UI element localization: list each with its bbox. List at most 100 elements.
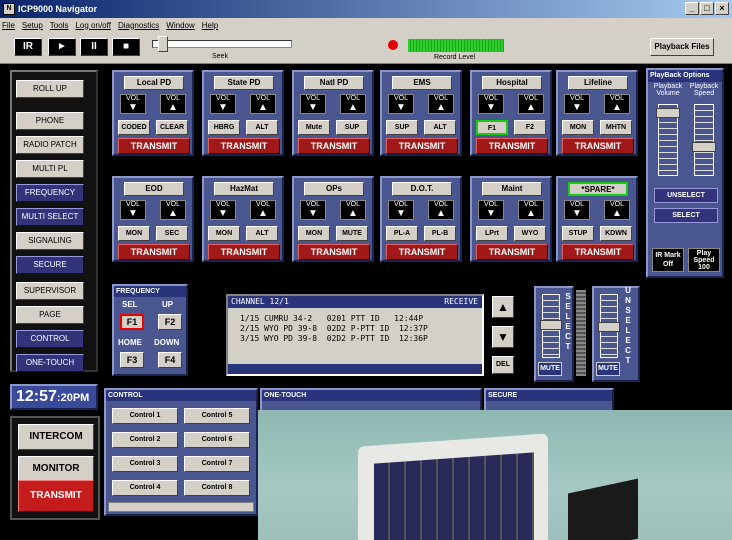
vol-down-button[interactable]: VOL ▼	[388, 94, 414, 114]
maximize-button[interactable]: □	[700, 2, 714, 15]
seek-thumb[interactable]	[158, 36, 168, 52]
freq-f3-button[interactable]: F3	[120, 352, 144, 368]
play-button[interactable]: ►	[48, 38, 76, 56]
minimize-button[interactable]: _	[685, 2, 699, 15]
unselect-volume-thumb[interactable]	[598, 322, 620, 332]
channel-option-1-button[interactable]: LPrt	[476, 226, 508, 241]
channel-option-2-button[interactable]: MHTN	[600, 120, 632, 135]
stop-button[interactable]: ■	[112, 38, 140, 56]
channel-transmit-button[interactable]: TRANSMIT	[562, 244, 634, 260]
channel-option-1-button[interactable]: STUP	[562, 226, 594, 241]
vol-down-button[interactable]: VOL ▼	[120, 94, 146, 114]
channel-option-1-button[interactable]: F1	[476, 120, 508, 135]
scroll-up-icon[interactable]: ▲	[492, 296, 514, 318]
freq-f4-button[interactable]: F4	[158, 352, 182, 368]
vol-up-button[interactable]: VOL ▲	[340, 94, 366, 114]
freq-f2-button[interactable]: F2	[158, 314, 182, 330]
channel-option-2-button[interactable]: ALT	[424, 120, 456, 135]
roll-up-button[interactable]: ROLL UP	[16, 80, 84, 98]
playback-speed-slider[interactable]	[694, 104, 714, 176]
channel-transmit-button[interactable]: TRANSMIT	[298, 138, 370, 154]
ir-button[interactable]: IR	[14, 38, 42, 56]
control-button[interactable]: CONTROL	[16, 330, 84, 348]
unselect-mute-button[interactable]: MUTE	[596, 362, 620, 376]
multi-pl-button[interactable]: MULTI PL	[16, 160, 84, 178]
channel-option-1-button[interactable]: CODED	[118, 120, 150, 135]
channel-transmit-button[interactable]: TRANSMIT	[476, 138, 548, 154]
phone-button[interactable]: PHONE	[16, 112, 84, 130]
channel-option-2-button[interactable]: PL-B	[424, 226, 456, 241]
vol-up-button[interactable]: VOL ▲	[428, 200, 454, 220]
vol-up-button[interactable]: VOL ▲	[428, 94, 454, 114]
channel-option-2-button[interactable]: WYO	[514, 226, 546, 241]
playback-volume-thumb[interactable]	[656, 108, 680, 118]
channel-title[interactable]: EMS	[392, 76, 452, 90]
monitor-button[interactable]: MONITOR	[18, 456, 94, 482]
ir-mark-button[interactable]: IR Mark Off	[652, 248, 684, 272]
seek-track[interactable]	[152, 40, 292, 48]
channel-transmit-button[interactable]: TRANSMIT	[118, 138, 190, 154]
vol-up-button[interactable]: VOL ▲	[250, 94, 276, 114]
vol-down-button[interactable]: VOL ▼	[478, 200, 504, 220]
vol-down-button[interactable]: VOL ▼	[564, 94, 590, 114]
menu-setup[interactable]: Setup	[22, 21, 43, 30]
channel-option-2-button[interactable]: CLEAR	[156, 120, 188, 135]
control-3-button[interactable]: Control 3	[112, 456, 178, 472]
channel-transmit-button[interactable]: TRANSMIT	[118, 244, 190, 260]
vol-up-button[interactable]: VOL ▲	[160, 200, 186, 220]
menu-help[interactable]: Help	[202, 21, 218, 30]
channel-title[interactable]: HazMat	[214, 182, 274, 196]
channel-transmit-button[interactable]: TRANSMIT	[386, 244, 458, 260]
control-7-button[interactable]: Control 7	[184, 456, 250, 472]
channel-option-2-button[interactable]: ALT	[246, 226, 278, 241]
menu-tools[interactable]: Tools	[50, 21, 69, 30]
control-8-button[interactable]: Control 8	[184, 480, 250, 496]
vol-up-button[interactable]: VOL ▲	[250, 200, 276, 220]
menu-logon[interactable]: Log on/off	[75, 21, 110, 30]
channel-title[interactable]: Maint	[482, 182, 542, 196]
channel-option-1-button[interactable]: Mute	[298, 120, 330, 135]
channel-option-2-button[interactable]: KDWN	[600, 226, 632, 241]
call-row-3[interactable]: 3/15 WYO PD 39-8 02D2 P-PTT ID 12:36P	[240, 334, 428, 344]
scroll-down-icon[interactable]: ▼	[492, 326, 514, 348]
channel-option-1-button[interactable]: MON	[298, 226, 330, 241]
channel-title[interactable]: Hospital	[482, 76, 542, 90]
vol-down-button[interactable]: VOL ▼	[300, 94, 326, 114]
vol-up-button[interactable]: VOL ▲	[160, 94, 186, 114]
unselect-button[interactable]: UNSELECT	[654, 188, 718, 203]
menu-window[interactable]: Window	[166, 21, 194, 30]
playback-speed-thumb[interactable]	[692, 142, 716, 152]
channel-option-1-button[interactable]: HBRG	[208, 120, 240, 135]
menu-file[interactable]: File	[2, 21, 15, 30]
channel-title[interactable]: *SPARE*	[568, 182, 628, 196]
vol-down-button[interactable]: VOL ▼	[478, 94, 504, 114]
vol-up-button[interactable]: VOL ▲	[518, 200, 544, 220]
vol-down-button[interactable]: VOL ▼	[210, 94, 236, 114]
vol-up-button[interactable]: VOL ▲	[604, 200, 630, 220]
channel-option-1-button[interactable]: MON	[208, 226, 240, 241]
channel-transmit-button[interactable]: TRANSMIT	[208, 244, 280, 260]
channel-transmit-button[interactable]: TRANSMIT	[208, 138, 280, 154]
select-mute-button[interactable]: MUTE	[538, 362, 562, 376]
channel-transmit-button[interactable]: TRANSMIT	[298, 244, 370, 260]
channel-transmit-button[interactable]: TRANSMIT	[386, 138, 458, 154]
channel-title[interactable]: EOD	[124, 182, 184, 196]
vol-down-button[interactable]: VOL ▼	[120, 200, 146, 220]
channel-option-2-button[interactable]: MUTE	[336, 226, 368, 241]
channel-option-1-button[interactable]: MON	[562, 120, 594, 135]
play-speed-button[interactable]: Play Speed 100	[688, 248, 720, 272]
control-scrollbar[interactable]	[108, 502, 254, 512]
page-button[interactable]: PAGE	[16, 306, 84, 324]
vol-down-button[interactable]: VOL ▼	[210, 200, 236, 220]
call-row-1[interactable]: 1/15 CUMRU 34-2 0201 PTT ID 12:44P	[240, 314, 423, 324]
frequency-button[interactable]: FREQUENCY	[16, 184, 84, 202]
select-volume-thumb[interactable]	[540, 320, 562, 330]
channel-option-2-button[interactable]: SEC	[156, 226, 188, 241]
vol-down-button[interactable]: VOL ▼	[564, 200, 590, 220]
channel-title[interactable]: D.O.T.	[392, 182, 452, 196]
one-touch-button[interactable]: ONE-TOUCH	[16, 354, 84, 372]
select-button[interactable]: SELECT	[654, 208, 718, 223]
channel-option-1-button[interactable]: MON	[118, 226, 150, 241]
channel-transmit-button[interactable]: TRANSMIT	[562, 138, 634, 154]
channel-title[interactable]: State PD	[214, 76, 274, 90]
